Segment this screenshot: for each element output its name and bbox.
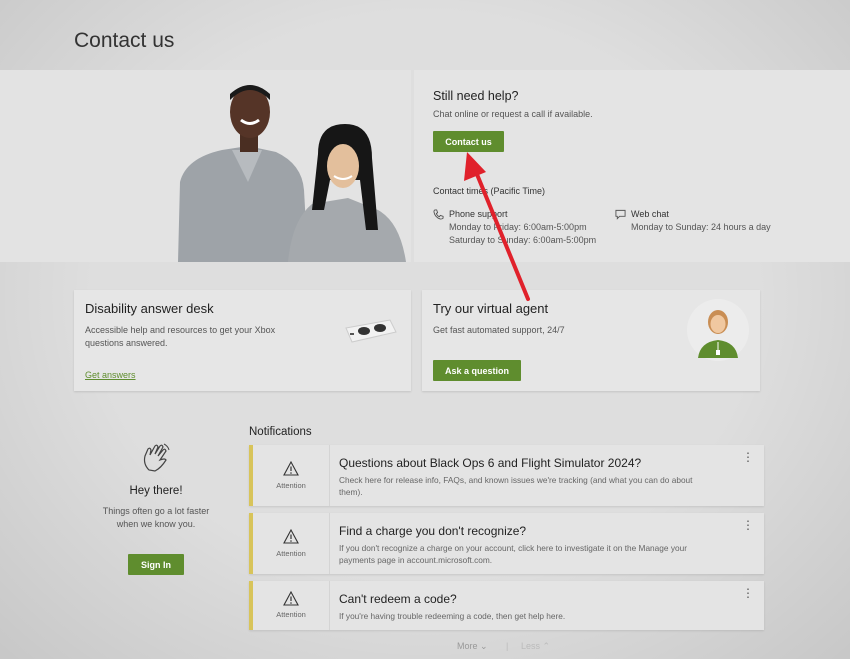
notification-title: Find a charge you don't recognize?	[339, 524, 527, 538]
notification-desc: If you're having trouble redeeming a cod…	[339, 611, 566, 621]
sign-in-prompt: Hey there! Things often go a lot faster …	[74, 440, 238, 531]
chevron-up-icon: ⌃	[542, 641, 551, 651]
attention-badge: Attention	[253, 513, 330, 574]
notification-title: Can't redeem a code?	[339, 592, 457, 606]
notification-item[interactable]: Attention Find a charge you don't recogn…	[249, 513, 764, 574]
warning-icon	[283, 591, 299, 606]
support-staff-illustration	[0, 70, 411, 262]
disability-answer-desk-card: Disability answer desk Accessible help a…	[74, 290, 411, 391]
notification-item[interactable]: Attention Can't redeem a code? If you're…	[249, 581, 764, 630]
help-subtitle: Chat online or request a call if availab…	[433, 109, 593, 119]
notification-desc: Check here for release info, FAQs, and k…	[339, 475, 693, 497]
phone-icon	[433, 209, 444, 220]
adaptive-controller-icon	[345, 319, 397, 343]
attention-badge: Attention	[253, 581, 330, 630]
chat-icon	[615, 209, 626, 220]
attention-label: Attention	[276, 549, 306, 558]
disability-card-title: Disability answer desk	[85, 301, 214, 316]
sign-in-button[interactable]: Sign In	[128, 554, 184, 575]
web-chat-label: Web chat	[631, 209, 669, 219]
greeting-title: Hey there!	[129, 485, 183, 497]
notification-desc: If you don't recognize a charge on your …	[339, 543, 687, 565]
ask-a-question-button[interactable]: Ask a question	[433, 360, 521, 381]
get-answers-link[interactable]: Get answers	[85, 370, 136, 380]
attention-label: Attention	[276, 481, 306, 490]
more-options-icon[interactable]: ⋮	[742, 587, 754, 599]
greeting-desc: Things often go a lot faster when we kno…	[102, 506, 210, 529]
pager-divider: |	[506, 641, 509, 651]
chevron-down-icon: ⌄	[480, 641, 488, 651]
waving-hand-icon	[143, 443, 170, 472]
warning-icon	[283, 529, 299, 544]
more-label: More	[457, 641, 478, 651]
attention-badge: Attention	[253, 445, 330, 506]
notifications-heading: Notifications	[249, 426, 312, 438]
help-title: Still need help?	[433, 89, 519, 103]
more-button[interactable]: More ⌄	[457, 641, 488, 652]
disability-card-desc: Accessible help and resources to get you…	[85, 325, 276, 348]
more-options-icon[interactable]: ⋮	[742, 519, 754, 531]
web-chat-hours-line: Monday to Sunday: 24 hours a day	[631, 222, 771, 232]
warning-icon	[283, 461, 299, 476]
more-options-icon[interactable]: ⋮	[742, 451, 754, 463]
less-label: Less	[521, 641, 541, 651]
page-title: Contact us	[74, 29, 175, 53]
less-button[interactable]: Less ⌃	[521, 641, 550, 652]
web-chat-hours: Web chat Monday to Sunday: 24 hours a da…	[631, 208, 771, 234]
support-staff-photo	[0, 70, 411, 262]
annotation-arrow-icon	[464, 152, 530, 301]
virtual-agent-avatar	[687, 299, 749, 361]
attention-label: Attention	[276, 610, 306, 619]
notification-title: Questions about Black Ops 6 and Flight S…	[339, 456, 642, 470]
virtual-agent-desc: Get fast automated support, 24/7	[433, 325, 565, 335]
notification-item[interactable]: Attention Questions about Black Ops 6 an…	[249, 445, 764, 506]
